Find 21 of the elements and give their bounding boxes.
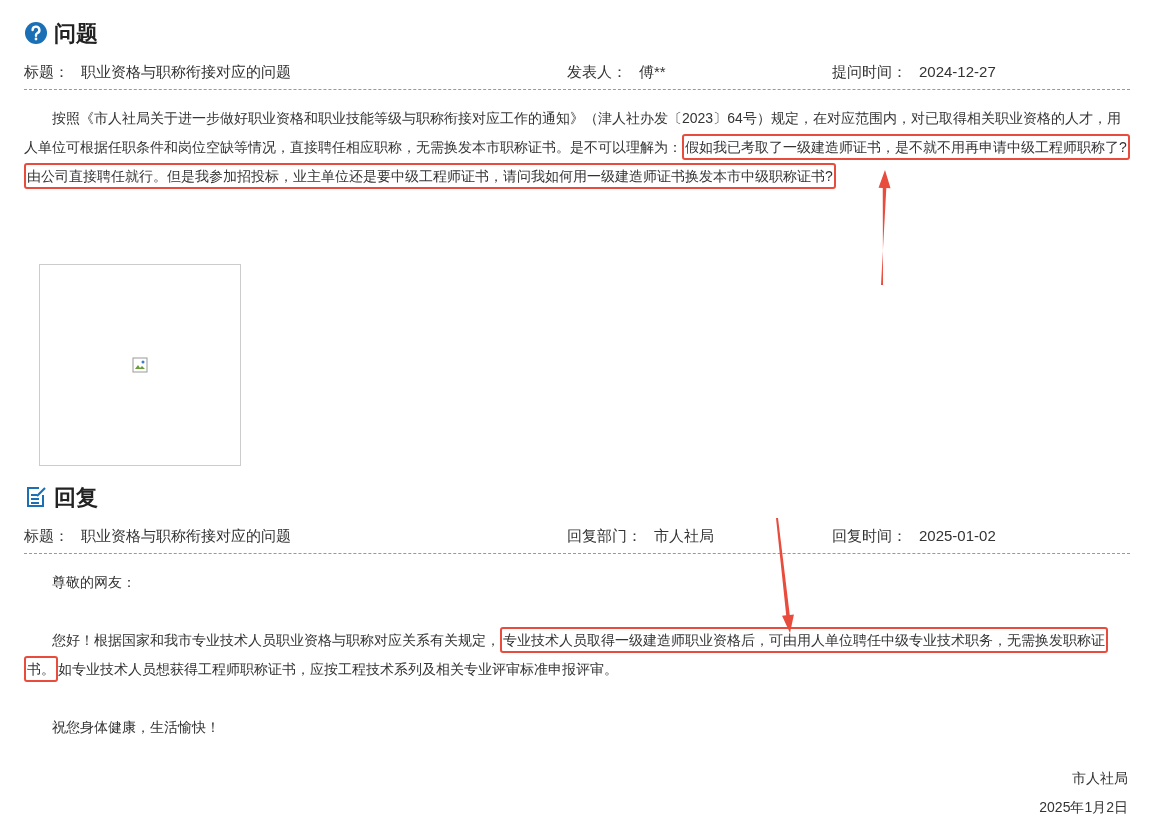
field-value: 职业资格与职称衔接对应的问题 xyxy=(81,62,291,83)
signature-line: 市人社局 xyxy=(1072,769,1128,788)
field-label: 提问时间： xyxy=(832,62,907,83)
field-label: 发表人： xyxy=(567,62,627,83)
paragraph: 尊敬的网友： xyxy=(51,573,137,592)
field-label: 标题： xyxy=(24,62,69,83)
field-label: 回复时间： xyxy=(832,526,907,547)
section-heading: 回复 xyxy=(54,483,98,512)
field-value: 2024-12-27 xyxy=(919,62,996,83)
field-value: 职业资格与职称衔接对应的问题 xyxy=(81,526,291,547)
field-label: 标题： xyxy=(24,526,69,547)
field-value: 2025-01-02 xyxy=(919,526,996,547)
signature-line: 2025年1月2日 xyxy=(1039,798,1128,817)
field-value: 傅** xyxy=(639,62,666,83)
paragraph: 祝您身体健康，生活愉快！ xyxy=(51,718,221,737)
section-heading: 问题 xyxy=(54,19,98,48)
help-icon xyxy=(24,21,48,45)
broken-image-icon xyxy=(132,357,148,373)
edit-icon xyxy=(24,485,48,509)
field-value: 市人社局 xyxy=(654,526,714,547)
field-label: 回复部门： xyxy=(567,526,642,547)
